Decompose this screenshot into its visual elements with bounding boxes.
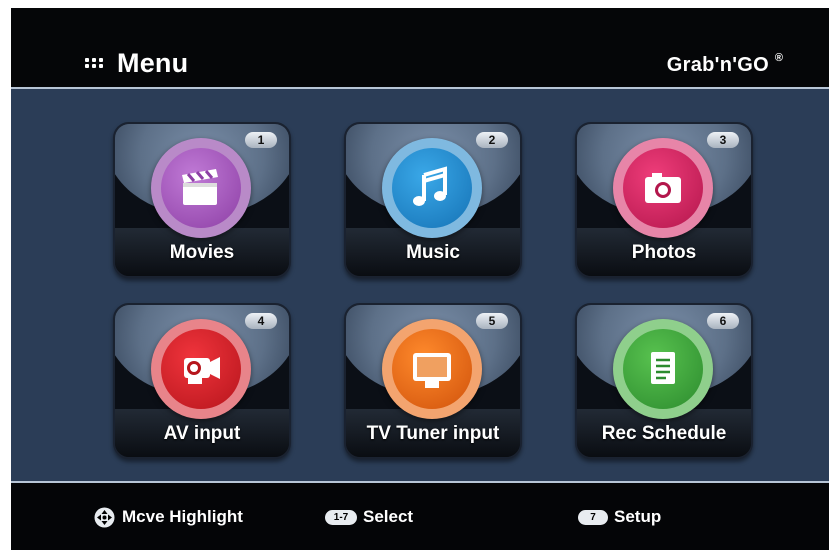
dpad-icon <box>94 507 115 528</box>
tile-label: Music <box>406 242 460 263</box>
tile-label: Movies <box>169 242 235 263</box>
menu-tile-music[interactable]: 2 Music <box>344 122 522 278</box>
page-title: Menu <box>117 48 189 78</box>
tile-number-badge: 2 <box>476 132 508 148</box>
hint-select: 1-7 Select <box>325 507 465 529</box>
menu-tile-movies[interactable]: 1 Movies <box>113 122 291 278</box>
footer-bar: Mcve Highlight 1-7 Select 7 Setup <box>11 483 829 550</box>
tile-label: AV input <box>163 423 241 444</box>
tile-number-badge: 3 <box>707 132 739 148</box>
music-note-icon <box>413 166 447 206</box>
key-range-badge: 1-7 <box>325 510 357 525</box>
grid-dots-icon <box>85 58 107 74</box>
camera-icon <box>645 173 681 203</box>
menu-tile-rec-schedule[interactable]: 6 Rec Schedule <box>575 303 753 459</box>
menu-tile-photos[interactable]: 3 Photos <box>575 122 753 278</box>
schedule-document-icon <box>651 352 675 384</box>
brand-logo: Grab'n'GO <box>666 54 769 76</box>
tile-number-badge: 4 <box>245 313 277 329</box>
tile-number-badge: 6 <box>707 313 739 329</box>
tv-screen: Menu Grab'n'GO ® 1 Movies 2 Music 3 Phot… <box>11 8 829 550</box>
key-badge: 7 <box>578 510 608 525</box>
hint-label: Mcve Highlight <box>122 507 243 526</box>
tv-icon <box>413 353 451 388</box>
hint-label: Setup <box>614 507 662 526</box>
tile-label: Rec Schedule <box>601 423 727 444</box>
menu-grid: 1 Movies 2 Music 3 Photos 4 AV input 5 T… <box>11 89 829 481</box>
registered-mark: ® <box>774 52 783 64</box>
hint-setup: 7 Setup <box>578 507 698 529</box>
hint-move-highlight: Mcve Highlight <box>94 507 294 529</box>
camcorder-icon <box>184 357 220 384</box>
hint-label: Select <box>363 507 414 526</box>
tile-label: Photos <box>631 242 697 263</box>
clapperboard-icon <box>182 169 218 205</box>
menu-tile-tv-tuner-input[interactable]: 5 TV Tuner input <box>344 303 522 459</box>
tile-label: TV Tuner input <box>366 423 500 444</box>
header-bar: Menu Grab'n'GO ® <box>11 8 829 87</box>
menu-tile-av-input[interactable]: 4 AV input <box>113 303 291 459</box>
tile-number-badge: 1 <box>245 132 277 148</box>
tile-number-badge: 5 <box>476 313 508 329</box>
